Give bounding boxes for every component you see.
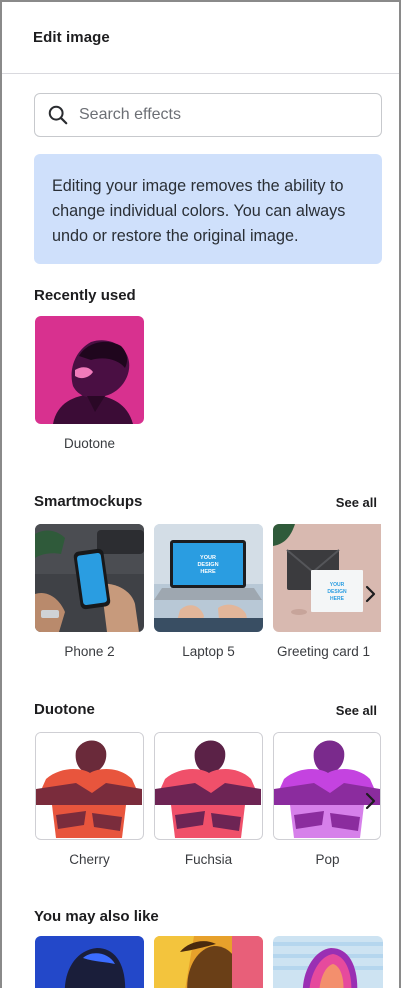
duotone-portrait-image [35, 316, 144, 424]
duotone-next-button[interactable] [361, 789, 381, 813]
mockup-phone-2-label: Phone 2 [64, 644, 115, 659]
also-like-thumb-1[interactable] [35, 936, 144, 988]
blue-portrait-image [35, 936, 144, 988]
mockup-laptop-5-label: Laptop 5 [182, 644, 235, 659]
edit-image-panel: Edit image Editing your image removes th… [0, 0, 401, 988]
duotone-fuchsia-label: Fuchsia [184, 852, 233, 867]
greeting-card-mockup-image: YOUR DESIGN HERE [273, 524, 381, 632]
chevron-right-icon [365, 585, 376, 603]
svg-text:YOUR: YOUR [200, 555, 216, 561]
mockup-greeting-card-1-label: Greeting card 1 [277, 644, 371, 659]
svg-text:DESIGN: DESIGN [197, 562, 218, 568]
laptop-mockup-image: YOUR DESIGN HERE [154, 524, 263, 632]
search-icon [48, 105, 68, 125]
search-input[interactable] [79, 106, 359, 124]
recent-duotone-label: Duotone [63, 436, 116, 451]
svg-text:YOUR: YOUR [330, 582, 345, 588]
duotone-pop-label: Pop [315, 852, 340, 867]
duotone-pop-thumb[interactable] [273, 732, 381, 840]
recent-duotone-thumb[interactable] [35, 316, 144, 424]
also-like-thumb-2[interactable] [154, 936, 263, 988]
duotone-cherry-thumb[interactable] [35, 732, 144, 840]
duotone-see-all[interactable]: See all [336, 703, 377, 718]
panel-title: Edit image [33, 29, 110, 46]
golden-portrait-image [154, 936, 263, 988]
duotone-cherry-label: Cherry [69, 852, 110, 867]
chevron-right-icon [365, 792, 376, 810]
phone-mockup-image [35, 524, 144, 632]
cherry-duotone-image [36, 733, 142, 838]
pop-duotone-image [274, 733, 380, 838]
svg-text:DESIGN: DESIGN [327, 589, 347, 595]
also-like-title: You may also like [34, 908, 159, 925]
mockup-greeting-card-1-thumb[interactable]: YOUR DESIGN HERE [273, 524, 381, 632]
also-like-thumb-3[interactable] [273, 936, 383, 988]
svg-text:HERE: HERE [330, 596, 345, 602]
fuchsia-duotone-image [155, 733, 261, 838]
info-banner: Editing your image removes the ability t… [34, 154, 382, 264]
panel-header: Edit image [2, 2, 399, 74]
svg-text:HERE: HERE [200, 569, 216, 575]
glitch-portrait-image [273, 936, 383, 988]
smartmockups-see-all[interactable]: See all [336, 495, 377, 510]
smartmockups-next-button[interactable] [361, 582, 381, 606]
mockup-phone-2-thumb[interactable] [35, 524, 144, 632]
smartmockups-title: Smartmockups [34, 493, 143, 510]
search-box[interactable] [34, 93, 382, 137]
recently-used-title: Recently used [34, 287, 136, 304]
duotone-fuchsia-thumb[interactable] [154, 732, 263, 840]
mockup-laptop-5-thumb[interactable]: YOUR DESIGN HERE [154, 524, 263, 632]
duotone-title: Duotone [34, 701, 95, 718]
